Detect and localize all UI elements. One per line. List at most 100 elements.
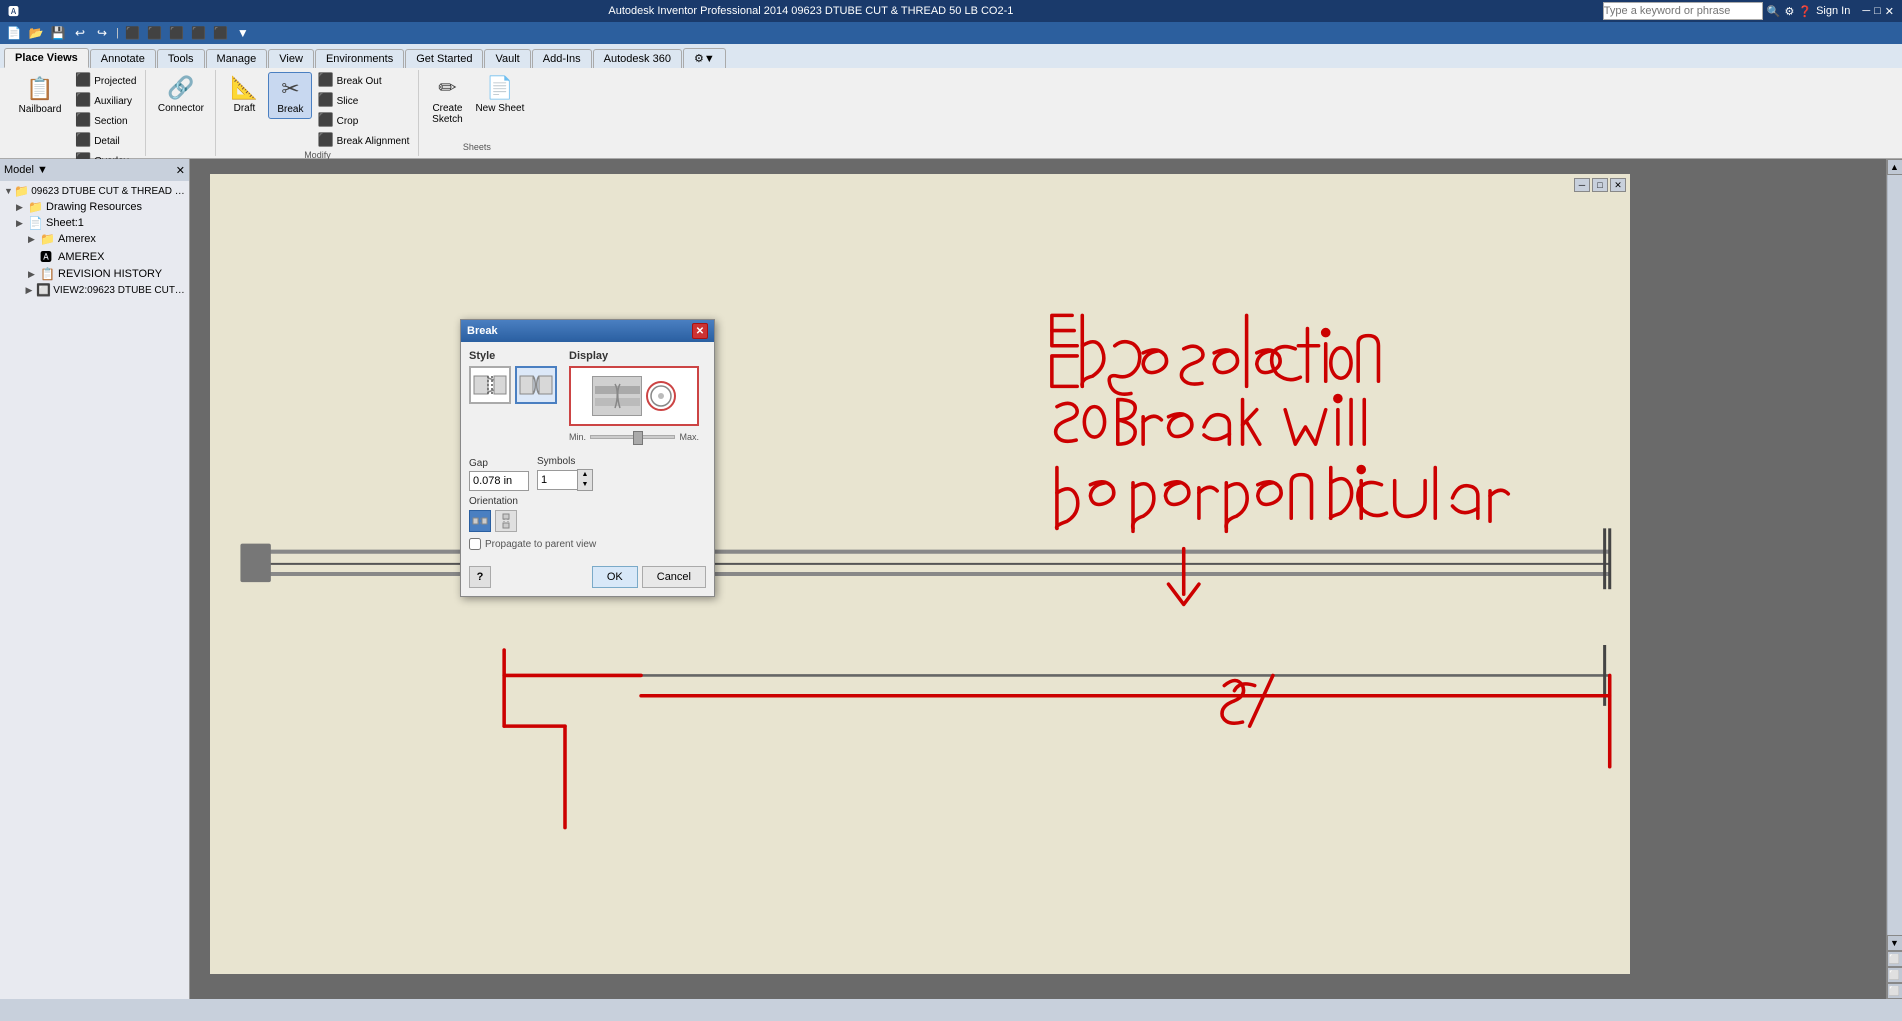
tree-icon-rev: 📋 xyxy=(40,267,56,281)
window-close[interactable]: ✕ xyxy=(1885,5,1894,18)
signin-label[interactable]: Sign In xyxy=(1816,5,1850,17)
tab-view[interactable]: View xyxy=(268,49,314,68)
auxiliary-button[interactable]: ⬛ Auxiliary xyxy=(72,92,139,110)
tab-environments[interactable]: Environments xyxy=(315,49,404,68)
tab-add-ins[interactable]: Add-Ins xyxy=(532,49,592,68)
detail-button[interactable]: ⬛ Detail xyxy=(72,132,139,150)
canvas-area[interactable]: ─ □ ✕ xyxy=(190,159,1902,999)
inner-minimize[interactable]: ─ xyxy=(1574,178,1590,192)
tree-expand-s1: ▶ xyxy=(16,218,28,229)
qa-save[interactable]: 💾 xyxy=(48,23,68,43)
break-out-button[interactable]: ⬛ Break Out xyxy=(314,72,412,90)
break-alignment-button[interactable]: ⬛ Break Alignment xyxy=(314,132,412,150)
spinner-up[interactable]: ▲ xyxy=(578,470,592,480)
nailboard-button[interactable]: 📋 Nailboard xyxy=(10,72,70,119)
inner-maximize[interactable]: □ xyxy=(1592,178,1608,192)
qa-btn2[interactable]: ⬛ xyxy=(145,23,165,43)
inner-close[interactable]: ✕ xyxy=(1610,178,1626,192)
tree-label-rev: REVISION HISTORY xyxy=(58,268,162,280)
scroll-down[interactable]: ▼ xyxy=(1887,935,1902,951)
qa-btn5[interactable]: ⬛ xyxy=(211,23,231,43)
dialog-help-button[interactable]: ? xyxy=(469,566,491,588)
qa-new[interactable]: 📄 xyxy=(4,23,24,43)
sketch-group-label: Sheets xyxy=(463,142,491,154)
tab-tools[interactable]: Tools xyxy=(157,49,205,68)
new-sheet-button[interactable]: 📄 New Sheet xyxy=(471,72,528,117)
slider-track[interactable] xyxy=(590,435,675,439)
break-icon: ✂ xyxy=(281,76,299,102)
ribbon-group-create: 📋 Nailboard ⬛ Projected ⬛ Auxiliary ⬛ Se… xyxy=(4,70,146,156)
connector-button[interactable]: 🔗 Connector xyxy=(154,72,208,117)
qa-btn1[interactable]: ⬛ xyxy=(123,23,143,43)
qa-dropdown[interactable]: ▼ xyxy=(233,23,253,43)
status-bar xyxy=(0,999,1902,1021)
slice-button[interactable]: ⬛ Slice xyxy=(314,92,412,110)
scroll-up[interactable]: ▲ xyxy=(1887,159,1902,175)
scroll-btn-2[interactable]: ⬜ xyxy=(1887,967,1902,983)
dialog-ok-button[interactable]: OK xyxy=(592,566,638,588)
draft-button[interactable]: 📐 Draft xyxy=(222,72,266,117)
tree-label-am2: AMEREX xyxy=(58,251,104,263)
app-icon: 🅰 xyxy=(8,3,19,19)
style-btn-1[interactable] xyxy=(469,366,511,404)
tree-item-sheet1[interactable]: ▶ 📄 Sheet:1 xyxy=(2,215,187,231)
dialog-close-button[interactable]: ✕ xyxy=(692,323,708,339)
panel-close-btn[interactable]: ✕ xyxy=(176,164,185,177)
tab-settings[interactable]: ⚙▼ xyxy=(683,48,726,68)
help-icon[interactable]: ❓ xyxy=(1798,5,1812,18)
tree-icon-v2: 🔲 xyxy=(36,283,51,297)
symbols-field-col: Symbols ▲ ▼ xyxy=(537,456,593,491)
manage-icon[interactable]: ⚙ xyxy=(1785,5,1795,18)
gap-label: Gap xyxy=(469,458,529,469)
tree-item-root[interactable]: ▼ 📁 09623 DTUBE CUT & THREAD 50 LB C xyxy=(2,183,187,199)
qa-btn4[interactable]: ⬛ xyxy=(189,23,209,43)
slider-thumb[interactable] xyxy=(633,431,643,445)
spinner-down[interactable]: ▼ xyxy=(578,480,592,490)
scroll-track[interactable] xyxy=(1888,175,1902,935)
tab-vault[interactable]: Vault xyxy=(484,49,530,68)
connector-icon: 🔗 xyxy=(167,75,194,101)
break-out-icon: ⬛ xyxy=(317,72,333,88)
window-minimize[interactable]: ─ xyxy=(1862,5,1870,17)
style-btn-2[interactable] xyxy=(515,366,557,404)
window-maximize[interactable]: □ xyxy=(1874,5,1881,17)
qa-btn3[interactable]: ⬛ xyxy=(167,23,187,43)
dialog-titlebar[interactable]: Break ✕ xyxy=(461,320,714,342)
orient-horizontal-button[interactable] xyxy=(469,510,491,532)
projected-button[interactable]: ⬛ Projected xyxy=(72,72,139,90)
gap-input[interactable] xyxy=(469,471,529,491)
break-button[interactable]: ✂ Break xyxy=(268,72,312,119)
section-button[interactable]: ⬛ Section xyxy=(72,112,139,130)
scroll-btn-3[interactable]: ⬜ xyxy=(1887,983,1902,999)
qa-undo[interactable]: ↩ xyxy=(70,23,90,43)
right-scrollbar: ▲ ▼ ⬜ ⬜ ⬜ xyxy=(1886,159,1902,999)
symbols-input[interactable] xyxy=(537,470,577,490)
inner-window-controls: ─ □ ✕ xyxy=(1574,178,1626,192)
tree-item-revision[interactable]: ▶ 📋 REVISION HISTORY xyxy=(2,266,187,282)
dialog-cancel-button[interactable]: Cancel xyxy=(642,566,706,588)
tab-manage[interactable]: Manage xyxy=(206,49,268,68)
tab-annotate[interactable]: Annotate xyxy=(90,49,156,68)
tab-place-views[interactable]: Place Views xyxy=(4,48,89,68)
create-sketch-icon: ✏ xyxy=(438,75,456,101)
scroll-btn-1[interactable]: ⬜ xyxy=(1887,951,1902,967)
tab-get-started[interactable]: Get Started xyxy=(405,49,483,68)
search-input[interactable] xyxy=(1603,2,1763,20)
orientation-section: Orientation xyxy=(469,495,706,532)
tree-item-amerex1[interactable]: ▶ 📁 Amerex xyxy=(2,231,187,247)
orient-vertical-button[interactable] xyxy=(495,510,517,532)
propagate-checkbox[interactable] xyxy=(469,538,481,550)
qa-redo[interactable]: ↪ xyxy=(92,23,112,43)
tab-autodesk360[interactable]: Autodesk 360 xyxy=(593,49,682,68)
qa-open[interactable]: 📂 xyxy=(26,23,46,43)
tree-item-drawing-resources[interactable]: ▶ 📁 Drawing Resources xyxy=(2,199,187,215)
crop-button[interactable]: ⬛ Crop xyxy=(314,112,412,130)
dialog-display-section: Display xyxy=(569,350,699,448)
tree-item-amerex2[interactable]: 🅰 AMEREX xyxy=(2,247,187,266)
search-icon[interactable]: 🔍 xyxy=(1767,5,1781,18)
tree-item-view2[interactable]: ▶ 🔲 VIEW2:09623 DTUBE CUT & TH xyxy=(2,282,187,298)
create-sketch-button[interactable]: ✏ CreateSketch xyxy=(425,72,469,128)
model-label[interactable]: Model ▼ xyxy=(4,164,48,176)
dialog-body: Style xyxy=(461,342,714,562)
connector-label: Connector xyxy=(158,103,204,114)
